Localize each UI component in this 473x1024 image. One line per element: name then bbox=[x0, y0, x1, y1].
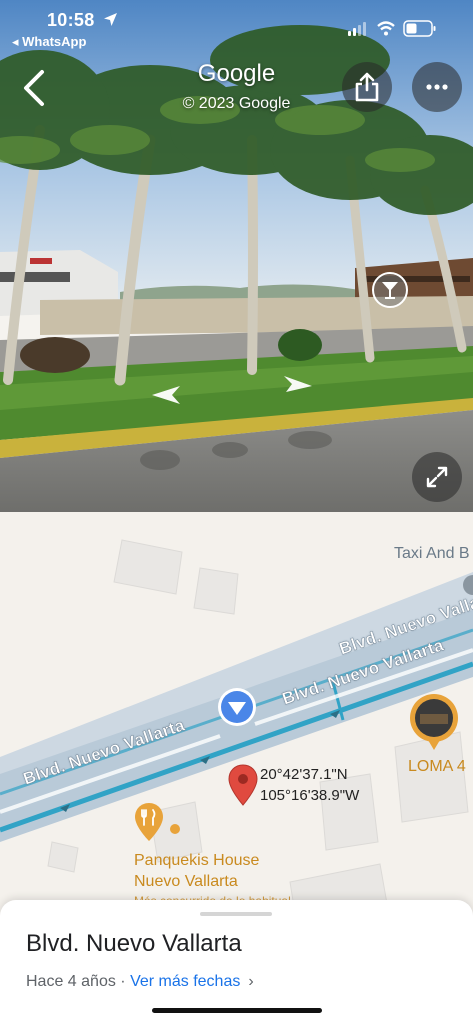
loma-label[interactable]: LOMA 4 bbox=[408, 758, 466, 776]
wifi-icon bbox=[377, 21, 395, 36]
location-arrow-icon bbox=[104, 13, 117, 26]
street-view-panorama[interactable]: 10:58 ◂ WhatsApp Google © 2023 Google bbox=[0, 0, 473, 512]
imagery-date-row: Hace 4 años · Ver más fechas › bbox=[26, 973, 254, 991]
cellular-signal-icon bbox=[348, 22, 366, 36]
chevron-right-icon[interactable]: › bbox=[248, 973, 253, 990]
expand-arrows-icon bbox=[426, 466, 448, 488]
imagery-age: Hace 4 años · bbox=[26, 973, 131, 990]
poi-taxi-label[interactable]: Taxi And B bbox=[394, 545, 470, 563]
battery-icon bbox=[403, 20, 436, 37]
loma-place-marker[interactable] bbox=[408, 692, 460, 752]
map-view[interactable]: Blvd. Nuevo Vallarta Blvd. Nuevo Vallart… bbox=[0, 512, 473, 932]
restaurant-marker[interactable] bbox=[134, 802, 164, 842]
cocktail-icon bbox=[382, 282, 398, 299]
pin-longitude: 105°16'38.9"W bbox=[260, 787, 360, 804]
pin-latitude: 20°42'37.1"N bbox=[260, 766, 348, 783]
share-icon bbox=[355, 72, 379, 102]
restaurant-name-line2: Nuevo Vallarta bbox=[134, 873, 238, 890]
share-button[interactable] bbox=[342, 62, 392, 112]
street-view-position-marker[interactable] bbox=[216, 686, 258, 728]
see-more-dates-link[interactable]: Ver más fechas bbox=[130, 973, 240, 990]
restaurant-name[interactable]: Panquekis House Nuevo Vallarta bbox=[134, 850, 259, 892]
back-to-app-link[interactable]: ◂ WhatsApp bbox=[12, 34, 86, 50]
place-marker-bar[interactable] bbox=[372, 272, 408, 308]
home-indicator[interactable] bbox=[152, 1008, 322, 1013]
navigate-left-arrow-icon[interactable] bbox=[150, 384, 184, 406]
street-view-copyright: © 2023 Google bbox=[182, 95, 291, 112]
status-icons bbox=[348, 20, 436, 37]
more-dots-icon bbox=[426, 84, 448, 90]
restaurant-dot bbox=[170, 824, 180, 834]
status-time: 10:58 bbox=[47, 10, 95, 30]
place-title: Blvd. Nuevo Vallarta bbox=[26, 930, 242, 957]
pin-coordinates: 20°42'37.1"N 105°16'38.9"W bbox=[260, 764, 359, 806]
navigate-right-arrow-icon[interactable] bbox=[280, 372, 314, 394]
street-view-title: Google bbox=[197, 60, 276, 87]
status-bar: 10:58 ◂ WhatsApp bbox=[0, 0, 473, 50]
expand-button[interactable] bbox=[412, 452, 462, 502]
dropped-pin-marker[interactable] bbox=[228, 764, 258, 806]
restaurant-name-line1: Panquekis House bbox=[134, 852, 260, 869]
bottom-sheet[interactable]: Blvd. Nuevo Vallarta Hace 4 años · Ver m… bbox=[0, 900, 473, 1024]
more-options-button[interactable] bbox=[412, 62, 462, 112]
sheet-drag-handle[interactable] bbox=[200, 912, 272, 916]
